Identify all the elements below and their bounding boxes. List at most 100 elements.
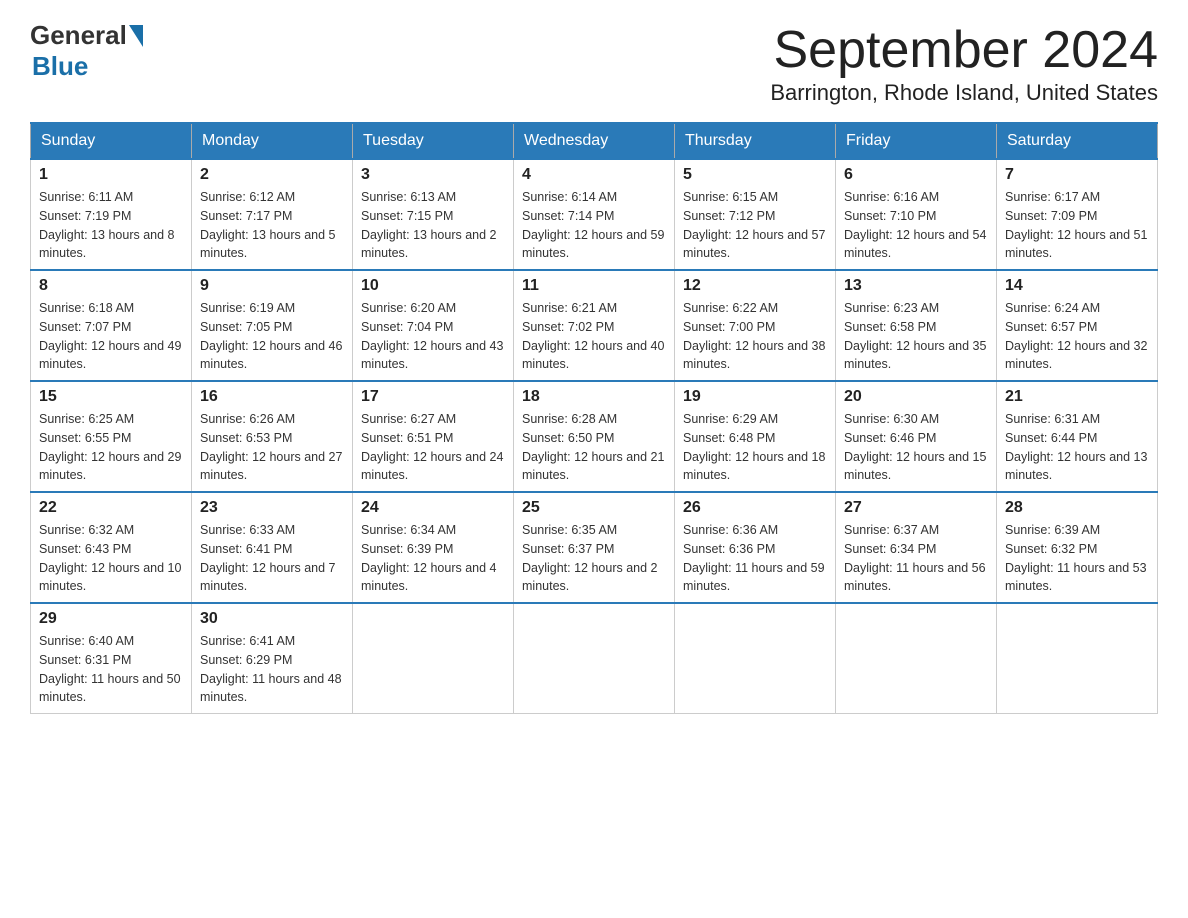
day-info: Sunrise: 6:26 AMSunset: 6:53 PMDaylight:… xyxy=(200,410,344,485)
month-title: September 2024 Barrington, Rhode Island,… xyxy=(770,20,1158,106)
table-row xyxy=(353,603,514,714)
day-info: Sunrise: 6:34 AMSunset: 6:39 PMDaylight:… xyxy=(361,521,505,596)
table-row: 22 Sunrise: 6:32 AMSunset: 6:43 PMDayligh… xyxy=(31,492,192,603)
calendar-table: Sunday Monday Tuesday Wednesday Thursday… xyxy=(30,122,1158,714)
day-info: Sunrise: 6:23 AMSunset: 6:58 PMDaylight:… xyxy=(844,299,988,374)
day-number: 1 xyxy=(39,166,183,184)
table-row: 15Sunrise: 6:25 AMSunset: 6:55 PMDayligh… xyxy=(31,381,192,492)
day-info: Sunrise: 6:29 AMSunset: 6:48 PMDaylight:… xyxy=(683,410,827,485)
day-info: Sunrise: 6:18 AMSunset: 7:07 PMDaylight:… xyxy=(39,299,183,374)
table-row: 13 Sunrise: 6:23 AMSunset: 6:58 PMDayligh… xyxy=(836,270,997,381)
col-tuesday: Tuesday xyxy=(353,123,514,159)
logo: General Blue xyxy=(30,20,145,82)
day-number: 16 xyxy=(200,388,344,406)
day-info: Sunrise: 6:24 AMSunset: 6:57 PMDaylight:… xyxy=(1005,299,1149,374)
table-row: 2 Sunrise: 6:12 AMSunset: 7:17 PMDaylight… xyxy=(192,159,353,270)
table-row: 1 Sunrise: 6:11 AMSunset: 7:19 PMDaylight… xyxy=(31,159,192,270)
table-row: 18 Sunrise: 6:28 AMSunset: 6:50 PMDayligh… xyxy=(514,381,675,492)
table-row: 28 Sunrise: 6:39 AMSunset: 6:32 PMDayligh… xyxy=(997,492,1158,603)
day-info: Sunrise: 6:31 AMSunset: 6:44 PMDaylight:… xyxy=(1005,410,1149,485)
table-row xyxy=(675,603,836,714)
day-number: 6 xyxy=(844,166,988,184)
table-row: 9Sunrise: 6:19 AMSunset: 7:05 PMDaylight… xyxy=(192,270,353,381)
col-saturday: Saturday xyxy=(997,123,1158,159)
table-row: 7 Sunrise: 6:17 AMSunset: 7:09 PMDaylight… xyxy=(997,159,1158,270)
day-number: 30 xyxy=(200,610,344,628)
calendar-week-1: 1 Sunrise: 6:11 AMSunset: 7:19 PMDaylight… xyxy=(31,159,1158,270)
table-row: 8 Sunrise: 6:18 AMSunset: 7:07 PMDaylight… xyxy=(31,270,192,381)
day-info: Sunrise: 6:37 AMSunset: 6:34 PMDaylight:… xyxy=(844,521,988,596)
table-row: 21 Sunrise: 6:31 AMSunset: 6:44 PMDayligh… xyxy=(997,381,1158,492)
day-number: 29 xyxy=(39,610,183,628)
day-info: Sunrise: 6:22 AMSunset: 7:00 PMDaylight:… xyxy=(683,299,827,374)
day-info: Sunrise: 6:39 AMSunset: 6:32 PMDaylight:… xyxy=(1005,521,1149,596)
day-number: 21 xyxy=(1005,388,1149,406)
col-friday: Friday xyxy=(836,123,997,159)
day-info: Sunrise: 6:12 AMSunset: 7:17 PMDaylight:… xyxy=(200,188,344,263)
day-info: Sunrise: 6:20 AMSunset: 7:04 PMDaylight:… xyxy=(361,299,505,374)
table-row: 25 Sunrise: 6:35 AMSunset: 6:37 PMDayligh… xyxy=(514,492,675,603)
day-info: Sunrise: 6:21 AMSunset: 7:02 PMDaylight:… xyxy=(522,299,666,374)
day-number: 9 xyxy=(200,277,344,295)
day-number: 3 xyxy=(361,166,505,184)
table-row: 16 Sunrise: 6:26 AMSunset: 6:53 PMDayligh… xyxy=(192,381,353,492)
calendar-week-3: 15Sunrise: 6:25 AMSunset: 6:55 PMDayligh… xyxy=(31,381,1158,492)
calendar-header-row: Sunday Monday Tuesday Wednesday Thursday… xyxy=(31,123,1158,159)
day-number: 18 xyxy=(522,388,666,406)
day-number: 17 xyxy=(361,388,505,406)
logo-general-text: General xyxy=(30,20,127,51)
day-info: Sunrise: 6:30 AMSunset: 6:46 PMDaylight:… xyxy=(844,410,988,485)
table-row: 29Sunrise: 6:40 AMSunset: 6:31 PMDayligh… xyxy=(31,603,192,714)
table-row: 26Sunrise: 6:36 AMSunset: 6:36 PMDayligh… xyxy=(675,492,836,603)
day-info: Sunrise: 6:28 AMSunset: 6:50 PMDaylight:… xyxy=(522,410,666,485)
day-info: Sunrise: 6:35 AMSunset: 6:37 PMDaylight:… xyxy=(522,521,666,596)
calendar-week-4: 22 Sunrise: 6:32 AMSunset: 6:43 PMDayligh… xyxy=(31,492,1158,603)
day-info: Sunrise: 6:13 AMSunset: 7:15 PMDaylight:… xyxy=(361,188,505,263)
table-row: 24 Sunrise: 6:34 AMSunset: 6:39 PMDayligh… xyxy=(353,492,514,603)
day-number: 23 xyxy=(200,499,344,517)
location: Barrington, Rhode Island, United States xyxy=(770,80,1158,106)
day-number: 22 xyxy=(39,499,183,517)
day-number: 8 xyxy=(39,277,183,295)
day-info: Sunrise: 6:41 AMSunset: 6:29 PMDaylight:… xyxy=(200,632,344,707)
day-number: 2 xyxy=(200,166,344,184)
day-info: Sunrise: 6:17 AMSunset: 7:09 PMDaylight:… xyxy=(1005,188,1149,263)
day-number: 5 xyxy=(683,166,827,184)
day-info: Sunrise: 6:14 AMSunset: 7:14 PMDaylight:… xyxy=(522,188,666,263)
table-row xyxy=(836,603,997,714)
day-number: 12 xyxy=(683,277,827,295)
table-row: 6 Sunrise: 6:16 AMSunset: 7:10 PMDaylight… xyxy=(836,159,997,270)
day-info: Sunrise: 6:16 AMSunset: 7:10 PMDaylight:… xyxy=(844,188,988,263)
day-number: 25 xyxy=(522,499,666,517)
logo-triangle-icon xyxy=(129,25,143,47)
table-row xyxy=(514,603,675,714)
logo-blue-text: Blue xyxy=(32,51,88,81)
day-number: 13 xyxy=(844,277,988,295)
day-info: Sunrise: 6:15 AMSunset: 7:12 PMDaylight:… xyxy=(683,188,827,263)
table-row: 11 Sunrise: 6:21 AMSunset: 7:02 PMDayligh… xyxy=(514,270,675,381)
table-row xyxy=(997,603,1158,714)
day-number: 26 xyxy=(683,499,827,517)
day-number: 11 xyxy=(522,277,666,295)
day-info: Sunrise: 6:32 AMSunset: 6:43 PMDaylight:… xyxy=(39,521,183,596)
table-row: 10 Sunrise: 6:20 AMSunset: 7:04 PMDayligh… xyxy=(353,270,514,381)
table-row: 17Sunrise: 6:27 AMSunset: 6:51 PMDayligh… xyxy=(353,381,514,492)
day-number: 10 xyxy=(361,277,505,295)
table-row: 19 Sunrise: 6:29 AMSunset: 6:48 PMDayligh… xyxy=(675,381,836,492)
day-number: 24 xyxy=(361,499,505,517)
month-year: September 2024 xyxy=(770,20,1158,80)
table-row: 3 Sunrise: 6:13 AMSunset: 7:15 PMDaylight… xyxy=(353,159,514,270)
calendar-week-2: 8 Sunrise: 6:18 AMSunset: 7:07 PMDaylight… xyxy=(31,270,1158,381)
day-number: 4 xyxy=(522,166,666,184)
col-wednesday: Wednesday xyxy=(514,123,675,159)
day-number: 7 xyxy=(1005,166,1149,184)
col-monday: Monday xyxy=(192,123,353,159)
day-number: 28 xyxy=(1005,499,1149,517)
table-row: 30 Sunrise: 6:41 AMSunset: 6:29 PMDayligh… xyxy=(192,603,353,714)
table-row: 12 Sunrise: 6:22 AMSunset: 7:00 PMDayligh… xyxy=(675,270,836,381)
day-number: 15 xyxy=(39,388,183,406)
col-thursday: Thursday xyxy=(675,123,836,159)
day-info: Sunrise: 6:11 AMSunset: 7:19 PMDaylight:… xyxy=(39,188,183,263)
day-number: 14 xyxy=(1005,277,1149,295)
day-number: 19 xyxy=(683,388,827,406)
